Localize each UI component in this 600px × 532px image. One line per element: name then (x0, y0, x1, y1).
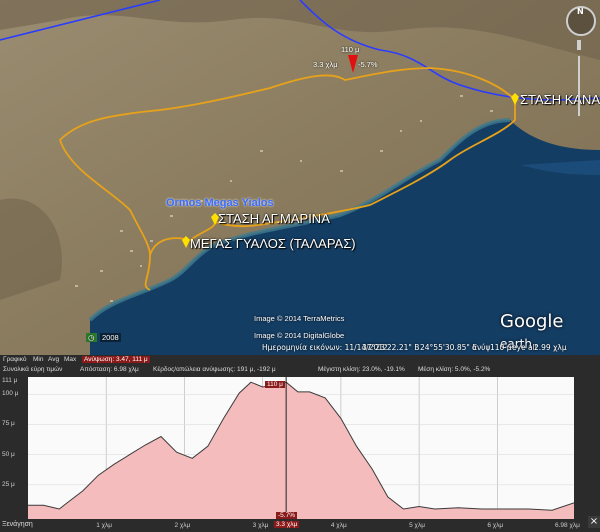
y-tick-label: 50 μ (2, 450, 15, 458)
compass-navigation-icon[interactable]: N (566, 6, 596, 36)
profile-toolbar-summary: Συνολικά εύρη τιμών Απόσταση: 6.98 χλμ Κ… (0, 365, 600, 374)
min-toggle[interactable]: Min (33, 356, 43, 363)
y-tick-label: 100 μ (2, 390, 19, 398)
satellite-map[interactable]: ΣΤΑΣΗ ΚΑΝΑ Ormos Megas Yialos ΣΤΑΣΗ ΑΓ.Μ… (0, 0, 600, 355)
altitude-value: 110 μ (490, 343, 512, 352)
longitude-readout: 24°55'30.85" Ε (420, 343, 477, 352)
logo-brand: Google (500, 311, 564, 332)
gain-loss-summary: Κέρδος/απώλεια ανύψωσης: 191 μ, -192 μ (153, 366, 276, 373)
latitude-readout: 37°23'22.21" Β (362, 343, 420, 352)
imagery-year-badge[interactable]: 2008 (100, 333, 121, 342)
max-toggle[interactable]: Max (64, 356, 76, 363)
summary-label: Συνολικά εύρη τιμών (3, 366, 63, 373)
elevation-readout: Ανύψωση: 3.47, 111 μ (82, 356, 150, 363)
look-joystick-icon[interactable] (577, 40, 581, 50)
cursor-distance-tag: 3.3 χλμ (274, 521, 300, 528)
eye-alt-value: 2.99 χλμ (534, 343, 567, 352)
copyright-digitalglobe: Image © 2014 DigitalGlobe (254, 331, 345, 340)
distance-summary: Απόσταση: 6.98 χλμ (80, 366, 139, 373)
marker-slope-label: -5.7% (358, 60, 378, 69)
place-label-megas-gyalos[interactable]: ΜΕΓΑΣ ΓΥΑΛΟΣ (ΤΑΛΑΡΑΣ) (190, 236, 356, 251)
zoom-slider[interactable] (578, 56, 580, 116)
tour-button[interactable]: Ξενάγηση (2, 521, 33, 528)
place-label-kanala[interactable]: ΣΤΑΣΗ ΚΑΝΑ (520, 92, 600, 107)
x-tick-label: 2 χλμ (174, 522, 191, 529)
cursor-elevation-tag: 110 μ (265, 381, 285, 388)
x-tick-label: 6.98 χλμ (555, 522, 580, 529)
historical-imagery-icon[interactable]: ◷ (86, 333, 97, 342)
avg-slope-summary: Μέση κλίση: 5.0%, -5.2% (418, 366, 491, 373)
marker-distance-label: 3.3 χλμ (313, 60, 338, 69)
map-status-bar: Ημερομηνία εικόνων: 11/14/2012 37°23'22.… (0, 343, 600, 355)
x-tick-label: 4 χλμ (330, 522, 347, 529)
y-tick-label: 75 μ (2, 420, 15, 428)
close-profile-button[interactable]: × (588, 516, 600, 528)
y-tick-label: 25 μ (2, 480, 15, 488)
elevation-area (28, 382, 574, 519)
close-icon: × (589, 516, 599, 527)
profile-toolbar-top: Γραφικό Min Avg Max Ανύψωση: 3.47, 111 μ (0, 355, 600, 364)
copyright-terrametrics: Image © 2014 TerraMetrics (254, 314, 345, 323)
place-label-marina[interactable]: ΣΤΑΣΗ ΑΓ.ΜΑΡΙΝΑ (218, 211, 330, 226)
x-tick-label: 6 χλμ (487, 522, 504, 529)
altitude-label: ανύψ (472, 343, 491, 352)
place-label-ormos[interactable]: Ormos Megas Yialos (166, 197, 274, 209)
x-tick-label: 1 χλμ (96, 522, 113, 529)
elevation-chart[interactable] (28, 377, 574, 519)
map-imagery (0, 0, 600, 355)
cursor-slope-tag: -5.7% (276, 512, 297, 519)
max-slope-summary: Μέγιστη κλίση: 23.0%, -19.1% (318, 366, 405, 373)
x-tick-label: 5 χλμ (409, 522, 425, 529)
x-tick-label: 3 χλμ (252, 522, 269, 529)
y-tick-label: 111 μ (2, 377, 18, 384)
marker-elevation-label: 110 μ (341, 45, 360, 54)
avg-toggle[interactable]: Avg (48, 356, 59, 363)
graph-menu[interactable]: Γραφικό (3, 356, 26, 363)
